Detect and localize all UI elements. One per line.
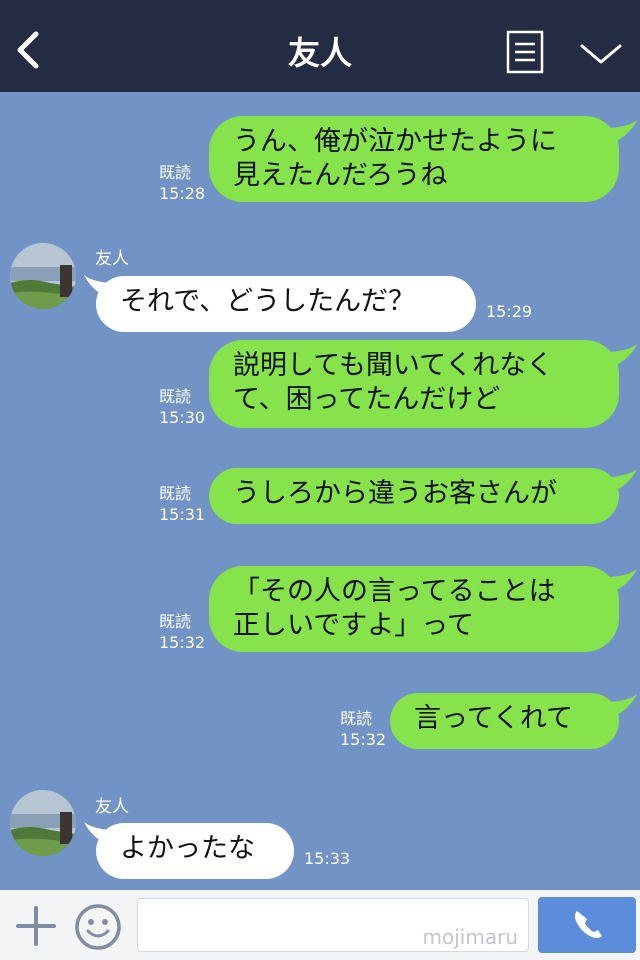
avatar-image <box>10 790 76 856</box>
avatar-image <box>10 243 76 309</box>
outgoing-message[interactable]: うしろから違うお客さんが <box>209 468 619 524</box>
menu-icon <box>506 30 544 74</box>
read-receipt: 既読 <box>159 484 192 503</box>
incoming-message[interactable]: よかったな <box>96 823 294 879</box>
read-receipt: 既読 <box>159 612 192 631</box>
read-receipt: 既読 <box>159 387 192 406</box>
read-receipt: 既読 <box>340 709 373 728</box>
chevron-down-icon <box>580 44 622 64</box>
message-input[interactable]: mojimaru <box>137 898 529 952</box>
call-button[interactable] <box>538 897 636 953</box>
sender-name: 友人 <box>95 797 129 817</box>
message-meta: 既読 15:32 <box>159 611 205 653</box>
message-line: うしろから違うお客さんが <box>233 478 557 509</box>
message-meta: 既読 15:31 <box>159 483 205 525</box>
message-meta: 既読 15:30 <box>159 386 205 428</box>
chat-area[interactable]: 既読 15:28 うん、俺が泣かせたように 見えたんだろうね 友人 それで、どう… <box>0 92 640 890</box>
message-time: 15:31 <box>159 505 206 524</box>
message-line: それで、どうしたんだ？ <box>120 286 416 317</box>
message-composer: mojimaru <box>0 890 640 960</box>
message-time: 15:29 <box>486 302 533 321</box>
plus-button[interactable] <box>14 904 58 948</box>
chat-title: 友人 <box>287 34 352 72</box>
chat-header: 友人 <box>0 0 640 92</box>
message-line: 「その人の言ってることは <box>233 576 556 607</box>
sender-name: 友人 <box>95 249 129 269</box>
message-line: うん、俺が泣かせたように <box>233 126 557 157</box>
back-button[interactable] <box>10 26 50 74</box>
message-time: 15:32 <box>340 730 387 749</box>
message-meta: 既読 15:32 <box>340 708 386 750</box>
avatar[interactable] <box>10 790 76 856</box>
message-line: 正しいですよ」って <box>233 610 474 641</box>
message-line: よかったな <box>120 833 255 864</box>
watermark-text: mojimaru <box>422 925 518 949</box>
chevron-left-icon <box>17 31 39 69</box>
message-line: て、困ってたんだけど <box>233 384 501 415</box>
message-time: 15:30 <box>159 408 206 427</box>
avatar[interactable] <box>10 243 76 309</box>
outgoing-message[interactable]: 「その人の言ってることは 正しいですよ」って <box>209 566 619 652</box>
outgoing-message[interactable]: 言ってくれて <box>390 693 619 749</box>
read-receipt: 既読 <box>159 163 192 182</box>
outgoing-message[interactable]: 説明しても聞いてくれなく て、困ってたんだけど <box>209 340 619 428</box>
plus-icon <box>16 906 56 946</box>
message-time: 15:28 <box>159 184 206 203</box>
menu-button[interactable] <box>506 30 544 74</box>
incoming-message[interactable]: それで、どうしたんだ？ <box>96 276 476 332</box>
message-line: 説明しても聞いてくれなく <box>233 350 554 381</box>
message-time: 15:33 <box>304 849 351 868</box>
message-meta: 既読 15:28 <box>159 162 205 204</box>
message-time: 15:32 <box>159 633 206 652</box>
message-line: 言ってくれて <box>414 703 574 734</box>
phone-icon <box>574 911 602 939</box>
outgoing-message[interactable]: うん、俺が泣かせたように 見えたんだろうね <box>209 116 619 202</box>
collapse-button[interactable] <box>578 38 624 68</box>
message-line: 見えたんだろうね <box>233 160 448 191</box>
emoji-icon <box>75 904 121 950</box>
emoji-button[interactable] <box>73 902 123 952</box>
